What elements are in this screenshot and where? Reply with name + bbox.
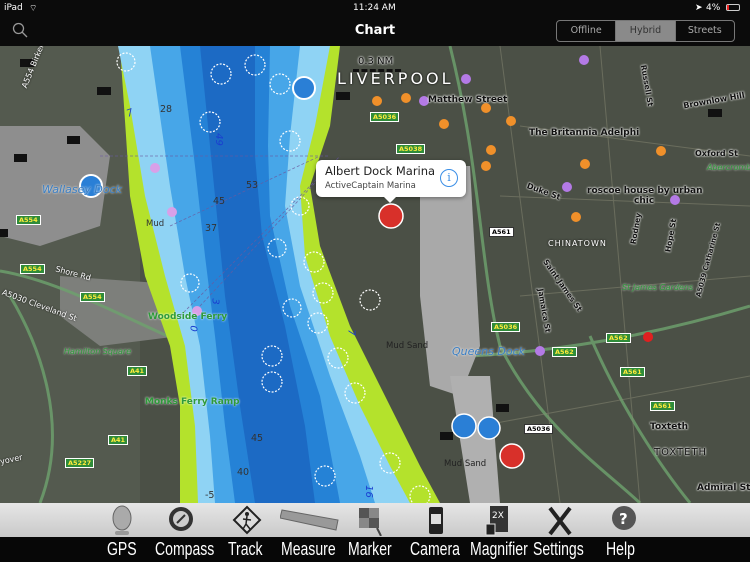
map-label: Admiral St — [697, 483, 750, 493]
map-label: Monks Ferry Ramp — [145, 397, 240, 407]
depth-contour-label: 0 — [187, 325, 199, 332]
depth-sounding: 45 — [251, 433, 264, 444]
ruler-icon[interactable] — [280, 504, 340, 536]
map-label: chic — [634, 196, 655, 206]
toolbar-labels: GPS Compass Track Measure Marker Camera … — [0, 537, 750, 562]
marker-button[interactable]: Marker — [348, 539, 392, 560]
road-badge: A5038 — [396, 144, 426, 154]
road-badge: A5036 — [491, 322, 521, 332]
track-icon[interactable] — [231, 504, 263, 536]
marina-callout[interactable]: Albert Dock Marina ActiveCaptain Marina … — [316, 160, 466, 203]
road-badge: A554 — [20, 264, 45, 274]
depth-contour-label: 49 — [212, 133, 224, 146]
depth-sounding: -5 — [205, 490, 215, 501]
map-label: roscoe house by urban — [587, 186, 703, 196]
depth-contour-label: 7 — [345, 329, 357, 336]
map-label: Mud — [146, 219, 165, 229]
road-badge: A41 — [127, 366, 148, 376]
map-label: Woodside Ferry — [148, 312, 228, 322]
depth-sounding: 53 — [246, 180, 259, 191]
segment-streets[interactable]: Streets — [676, 21, 734, 41]
road-badge: A562 — [552, 347, 577, 357]
magnifier-icon[interactable]: 2X — [481, 504, 513, 536]
map-label: TOXTETH — [654, 447, 708, 458]
svg-text:2X: 2X — [492, 511, 504, 521]
map-label: Toxteth — [650, 422, 689, 432]
measure-button[interactable]: Measure — [281, 539, 336, 560]
marker-icon[interactable] — [355, 504, 387, 536]
settings-button[interactable]: Settings — [533, 539, 584, 560]
scale-label: 0.3 NM — [358, 56, 394, 67]
callout-title: Albert Dock Marina — [325, 164, 436, 178]
location-arrow-icon: ➤ — [695, 3, 703, 13]
map-label: Wallasey Dock — [42, 183, 122, 196]
camera-button[interactable]: Camera — [410, 539, 460, 560]
depth-sounding: 40 — [237, 467, 250, 478]
depth-contour-label: 16 — [362, 485, 374, 498]
gps-icon[interactable] — [106, 504, 138, 536]
city-label: LIVERPOOL — [337, 69, 454, 88]
map-label: Mud Sand — [444, 459, 487, 469]
road-badge: A562 — [606, 333, 631, 343]
nav-bar: Chart Offline Hybrid Streets — [0, 16, 750, 46]
magnifier-button[interactable]: Magnifier — [470, 539, 528, 560]
gps-button[interactable]: GPS — [107, 539, 137, 560]
toolbar: 2X ? — [0, 503, 750, 537]
road-badge: A41 — [108, 435, 129, 445]
battery-icon — [726, 4, 740, 11]
map-type-segmented-control: Offline Hybrid Streets — [556, 20, 735, 42]
map-label: Oxford St — [695, 149, 738, 158]
segment-hybrid[interactable]: Hybrid — [616, 21, 676, 41]
depth-sounding: 37 — [205, 223, 218, 234]
battery-percent: 4% — [706, 3, 721, 13]
map-label: Mud Sand — [386, 341, 429, 351]
svg-text:?: ? — [619, 510, 628, 528]
chart-map[interactable]: 0.3 NM LIVERPOOL Matthew Street The Brit… — [0, 46, 750, 503]
road-badge: A554 — [80, 292, 105, 302]
map-label: CHINATOWN — [548, 239, 607, 248]
help-icon[interactable]: ? — [608, 504, 640, 536]
map-label: Abercromby — [707, 163, 750, 172]
depth-sounding: 28 — [160, 104, 173, 115]
road-badge: A561 — [620, 367, 645, 377]
segment-offline[interactable]: Offline — [557, 21, 617, 41]
track-button[interactable]: Track — [228, 539, 263, 560]
status-bar: iPad ⌔ 11:24 AM ➤ 4% — [0, 0, 750, 16]
info-icon[interactable]: i — [440, 169, 458, 187]
callout-subtitle: ActiveCaptain Marina — [325, 181, 416, 191]
road-badge: A5036 — [524, 424, 554, 434]
camera-icon[interactable] — [420, 504, 452, 536]
device-name: iPad — [4, 3, 23, 13]
depth-contour-label: 3 — [209, 298, 221, 305]
map-label: Hamilton Square — [64, 347, 132, 356]
settings-icon[interactable] — [544, 504, 576, 536]
road-badge: A554 — [16, 215, 41, 225]
compass-icon[interactable] — [165, 504, 197, 536]
map-label: Matthew Street — [428, 95, 508, 105]
road-badge: A561 — [489, 227, 514, 237]
road-badge: A5227 — [65, 458, 95, 468]
map-label: Queens Dock — [452, 345, 525, 358]
wifi-icon: ⌔ — [29, 4, 38, 14]
map-label: St James Gardens — [622, 283, 694, 292]
depth-sounding: 45 — [213, 196, 226, 207]
help-button[interactable]: Help — [606, 539, 635, 560]
road-badge: A5036 — [370, 112, 400, 122]
road-badge: A561 — [650, 401, 675, 411]
clock: 11:24 AM — [353, 3, 396, 13]
map-label: The Britannia Adelphi — [529, 128, 640, 138]
compass-button[interactable]: Compass — [155, 539, 214, 560]
